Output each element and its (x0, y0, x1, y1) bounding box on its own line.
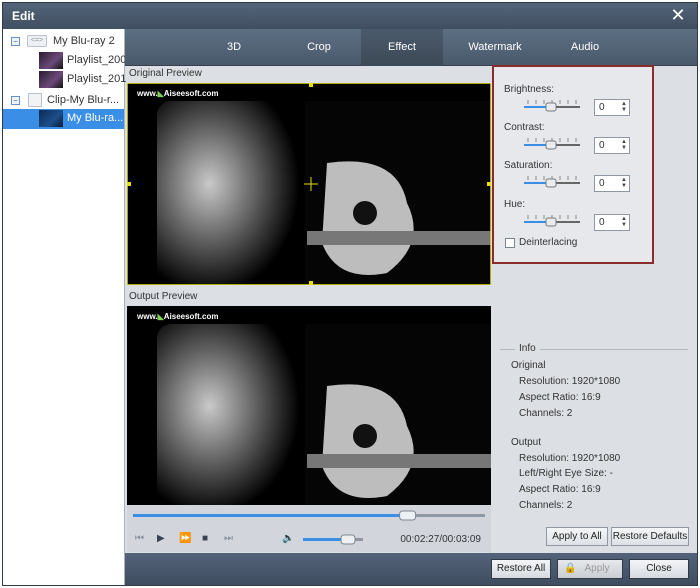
hue-label: Hue: (504, 199, 526, 210)
apply-to-all-button[interactable]: Apply to All (546, 527, 608, 546)
title-bar: Edit ✕ (3, 3, 697, 29)
saturation-slider[interactable] (524, 174, 580, 188)
output-eye-size: Left/Right Eye Size: - (519, 468, 613, 479)
watermark-brand: Aisee (163, 312, 186, 321)
watermark-suffix: soft.com (185, 89, 219, 98)
saturation-value: 0 (599, 178, 605, 189)
spin-arrows-icon[interactable]: ▲ ▼ (621, 216, 627, 228)
fast-forward-icon[interactable]: ⏩ (179, 533, 191, 544)
tree-item-label: Playlist_200 (67, 54, 127, 66)
output-aspect-ratio: Aspect Ratio: 16:9 (519, 484, 601, 495)
original-preview[interactable]: www.◣Aiseesoft.com (127, 83, 491, 285)
deinterlacing-checkbox[interactable] (505, 238, 515, 248)
collapse-icon[interactable]: − (11, 37, 20, 46)
effect-panel: Brightness: 0 ▲ ▼ Contrast: 0 ▲ ▼ Saturation… (492, 65, 654, 264)
restore-all-button[interactable]: Restore All (491, 559, 551, 579)
source-tree: − <=> My Blu-ray 2 Playlist_200 Playlist… (3, 29, 127, 585)
spin-arrows-icon[interactable]: ▲ ▼ (621, 101, 627, 113)
tab-crop[interactable]: Crop (288, 29, 350, 66)
volume-thumb[interactable] (340, 534, 356, 545)
spin-arrows-icon[interactable]: ▲ ▼ (621, 139, 627, 151)
edit-tabs: 3D Crop Effect Watermark Audio (125, 29, 697, 66)
tree-item-playlist-201[interactable]: Playlist_201 (37, 70, 127, 89)
disc-icon: <=> (27, 35, 47, 47)
tree-item-label: Clip-My Blu-r... (47, 94, 120, 106)
thumbnail (39, 110, 63, 127)
original-channels: Channels: 2 (519, 408, 573, 419)
contrast-label: Contrast: (504, 122, 545, 133)
watermark-prefix: www. (137, 89, 158, 98)
footer-bar: Restore All 🔒 Apply Close (125, 553, 697, 585)
hue-slider[interactable] (524, 213, 580, 227)
volume-icon[interactable]: 🔈 (282, 533, 294, 544)
tree-item-label: My Blu-ray 2 (53, 35, 115, 47)
restore-defaults-button[interactable]: Restore Defaults (611, 527, 689, 546)
output-heading: Output (511, 437, 542, 448)
watermark-brand: Aisee (163, 89, 186, 98)
thumbnail (39, 71, 63, 88)
play-icon[interactable]: ▶ (157, 533, 165, 544)
apply-label: Apply (584, 563, 610, 574)
close-icon[interactable]: ✕ (669, 6, 687, 24)
playback-bar: ⏮ ▶ ⏩ ■ ⏭ 🔈 00:02:27/00:03:09 (127, 505, 491, 552)
output-resolution: Resolution: 1920*1080 (519, 453, 621, 464)
contrast-value: 0 (599, 140, 605, 151)
watermark-text: www.◣Aiseesoft.com (137, 89, 218, 98)
close-button[interactable]: Close (629, 559, 689, 579)
tab-effect[interactable]: Effect (361, 29, 443, 66)
tree-item-disc[interactable]: − <=> My Blu-ray 2 (9, 32, 123, 51)
collapse-icon[interactable]: − (11, 96, 20, 105)
seek-bar[interactable] (133, 510, 485, 522)
original-aspect-ratio: Aspect Ratio: 16:9 (519, 392, 601, 403)
hue-spinbox[interactable]: 0 ▲ ▼ (594, 214, 630, 231)
deinterlacing-label: Deinterlacing (519, 237, 578, 248)
tree-item-label: My Blu-ra... (67, 112, 124, 124)
clip-icon (28, 93, 42, 107)
output-preview: www.◣Aiseesoft.com (127, 306, 491, 506)
tree-item-selected[interactable]: My Blu-ra... (3, 109, 124, 129)
output-channels: Channels: 2 (519, 500, 573, 511)
output-preview-label: Output Preview (129, 291, 198, 302)
seek-thumb[interactable] (399, 510, 417, 521)
tree-item-clip[interactable]: − Clip-My Blu-r... (9, 91, 123, 110)
stop-icon[interactable]: ■ (202, 533, 208, 544)
tab-audio[interactable]: Audio (550, 29, 620, 66)
tree-item-label: Playlist_201 (67, 73, 127, 85)
edit-window: Edit ✕ − <=> My Blu-ray 2 Playlist_200 P… (2, 2, 698, 586)
seek-progress (133, 514, 408, 517)
saturation-label: Saturation: (504, 160, 553, 171)
brightness-slider[interactable] (524, 98, 580, 112)
thumbnail (39, 52, 63, 69)
watermark-text: www.◣Aiseesoft.com (137, 312, 218, 321)
info-title: Info (515, 343, 540, 354)
original-heading: Original (511, 360, 546, 371)
tab-watermark[interactable]: Watermark (455, 29, 535, 66)
volume-slider[interactable] (303, 533, 363, 545)
tab-3d[interactable]: 3D (209, 29, 259, 66)
next-icon[interactable]: ⏭ (224, 533, 233, 544)
hue-value: 0 (599, 217, 605, 228)
time-display: 00:02:27/00:03:09 (400, 534, 481, 545)
brightness-spinbox[interactable]: 0 ▲ ▼ (594, 99, 630, 116)
output-frame (127, 306, 491, 506)
contrast-spinbox[interactable]: 0 ▲ ▼ (594, 137, 630, 154)
lock-icon: 🔒 (564, 563, 577, 574)
original-resolution: Resolution: 1920*1080 (519, 376, 621, 387)
watermark-prefix: www. (137, 312, 158, 321)
brightness-value: 0 (599, 102, 605, 113)
contrast-slider[interactable] (524, 136, 580, 150)
original-frame (127, 83, 491, 285)
previous-icon[interactable]: ⏮ (135, 533, 144, 544)
spin-arrows-icon[interactable]: ▲ ▼ (621, 177, 627, 189)
window-title: Edit (12, 9, 35, 23)
saturation-spinbox[interactable]: 0 ▲ ▼ (594, 175, 630, 192)
apply-button[interactable]: 🔒 Apply (557, 559, 623, 579)
watermark-suffix: soft.com (185, 312, 219, 321)
original-preview-label: Original Preview (129, 68, 202, 79)
tree-item-playlist-200[interactable]: Playlist_200 (37, 51, 127, 70)
brightness-label: Brightness: (504, 84, 555, 95)
